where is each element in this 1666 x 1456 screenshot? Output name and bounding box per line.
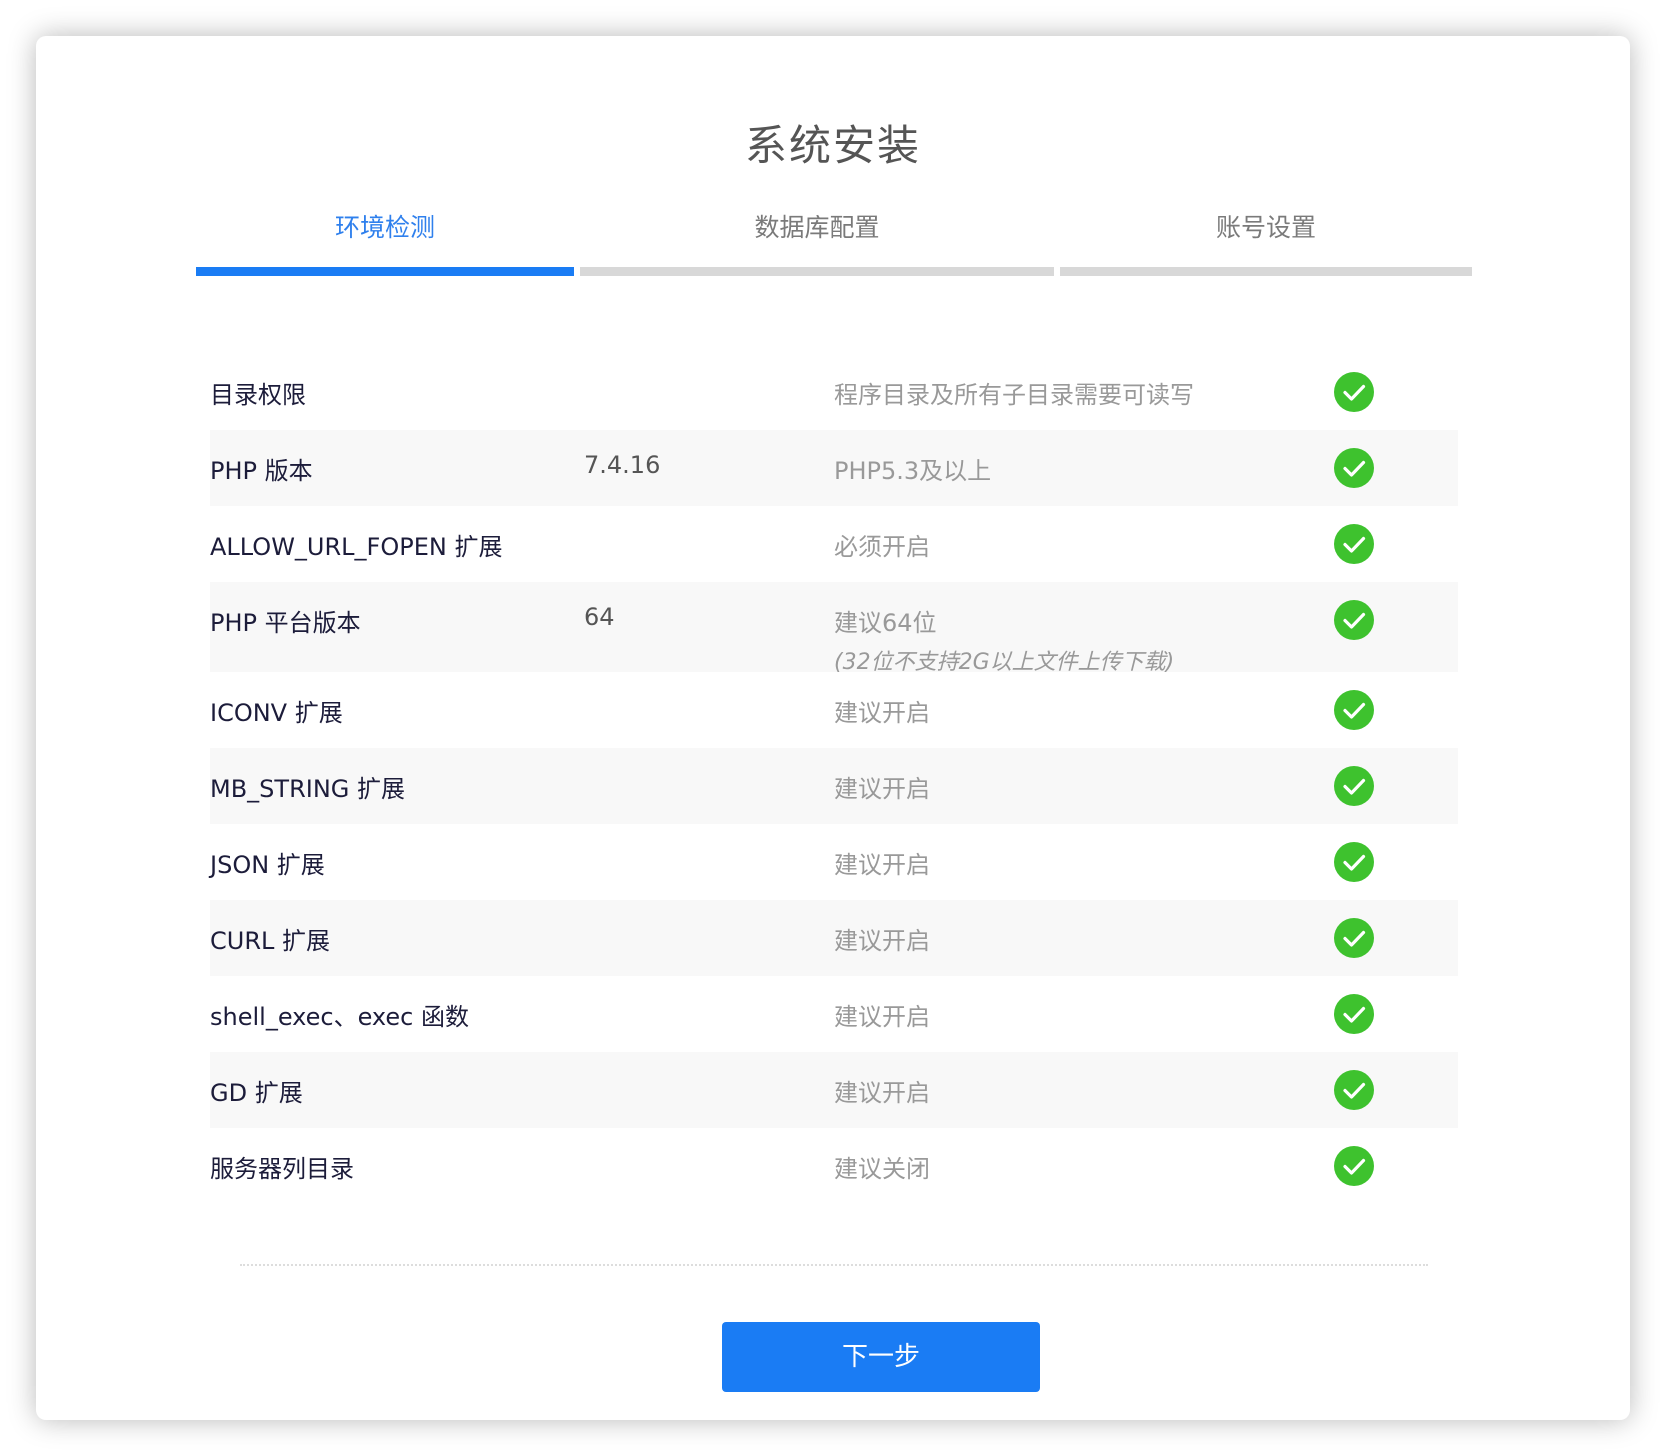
check-item-name: PHP 平台版本 <box>210 609 361 637</box>
step-label: 环境检测 <box>334 213 435 242</box>
step-tabs: 环境检测 数据库配置 账号设置 <box>196 200 1472 276</box>
table-row: 服务器列目录 建议关闭 <box>210 1128 1458 1204</box>
tab-account-settings[interactable]: 账号设置 <box>1060 200 1472 276</box>
check-item-name: GD 扩展 <box>210 1079 303 1107</box>
check-current-value: 7.4.16 <box>584 451 661 479</box>
tab-environment-check[interactable]: 环境检测 <box>196 200 574 276</box>
tab-database-config[interactable]: 数据库配置 <box>580 200 1054 276</box>
check-item-name: ICONV 扩展 <box>210 699 343 727</box>
divider <box>240 1264 1428 1266</box>
check-item-name: ALLOW_URL_FOPEN 扩展 <box>210 533 503 561</box>
table-row: PHP 版本 7.4.16 PHP5.3及以上 <box>210 430 1458 506</box>
check-requirement: 建议关闭 <box>834 1155 930 1183</box>
step-progress-bar <box>580 267 1054 276</box>
check-requirement: 建议开启 <box>834 851 930 879</box>
check-item-name: CURL 扩展 <box>210 927 330 955</box>
check-success-icon <box>1334 372 1374 412</box>
check-success-icon <box>1334 918 1374 958</box>
table-row: JSON 扩展 建议开启 <box>210 824 1458 900</box>
check-success-icon <box>1334 842 1374 882</box>
check-requirement: 建议开启 <box>834 775 930 803</box>
table-row: PHP 平台版本 64 建议64位 (32位不支持2G以上文件上传下载) <box>210 582 1458 675</box>
check-current-value: 64 <box>584 603 615 631</box>
table-row: MB_STRING 扩展 建议开启 <box>210 748 1458 824</box>
install-dialog: 系统安装 环境检测 数据库配置 账号设置 目录权限 程序目录及所有子目录需要可读写… <box>36 36 1630 1420</box>
next-step-button[interactable]: 下一步 <box>722 1322 1040 1392</box>
step-progress-bar <box>196 267 574 276</box>
check-success-icon <box>1334 600 1374 640</box>
table-row: CURL 扩展 建议开启 <box>210 900 1458 976</box>
check-success-icon <box>1334 994 1374 1034</box>
check-success-icon <box>1334 690 1374 730</box>
step-label: 数据库配置 <box>754 213 880 242</box>
check-requirement: 建议开启 <box>834 1003 930 1031</box>
check-item-name: 服务器列目录 <box>210 1155 354 1183</box>
check-item-name: 目录权限 <box>210 381 306 409</box>
check-success-icon <box>1334 766 1374 806</box>
check-requirement: 建议开启 <box>834 1079 930 1107</box>
check-requirement: 建议开启 <box>834 927 930 955</box>
check-requirement: 建议开启 <box>834 699 930 727</box>
table-row: shell_exec、exec 函数 建议开启 <box>210 976 1458 1052</box>
page-title: 系统安装 <box>744 121 921 170</box>
check-requirement: 建议64位 <box>834 609 937 637</box>
check-success-icon <box>1334 524 1374 564</box>
step-progress-bar <box>1060 267 1472 276</box>
check-success-icon <box>1334 1146 1374 1186</box>
environment-check-table: 目录权限 程序目录及所有子目录需要可读写 PHP 版本 7.4.16 PHP5.3及以上… <box>210 354 1458 1204</box>
check-requirement: 必须开启 <box>834 533 930 561</box>
check-item-name: JSON 扩展 <box>210 851 325 879</box>
check-requirement: 程序目录及所有子目录需要可读写 <box>834 381 1194 409</box>
table-row: 目录权限 程序目录及所有子目录需要可读写 <box>210 354 1458 430</box>
check-success-icon <box>1334 1070 1374 1110</box>
check-item-name: shell_exec、exec 函数 <box>210 1003 469 1031</box>
step-label: 账号设置 <box>1215 213 1316 242</box>
check-item-name: MB_STRING 扩展 <box>210 775 405 803</box>
table-row: GD 扩展 建议开启 <box>210 1052 1458 1128</box>
check-item-name: PHP 版本 <box>210 457 313 485</box>
table-row: ICONV 扩展 建议开启 <box>210 672 1458 748</box>
table-row: ALLOW_URL_FOPEN 扩展 必须开启 <box>210 506 1458 582</box>
check-success-icon <box>1334 448 1374 488</box>
check-requirement: PHP5.3及以上 <box>834 457 992 485</box>
